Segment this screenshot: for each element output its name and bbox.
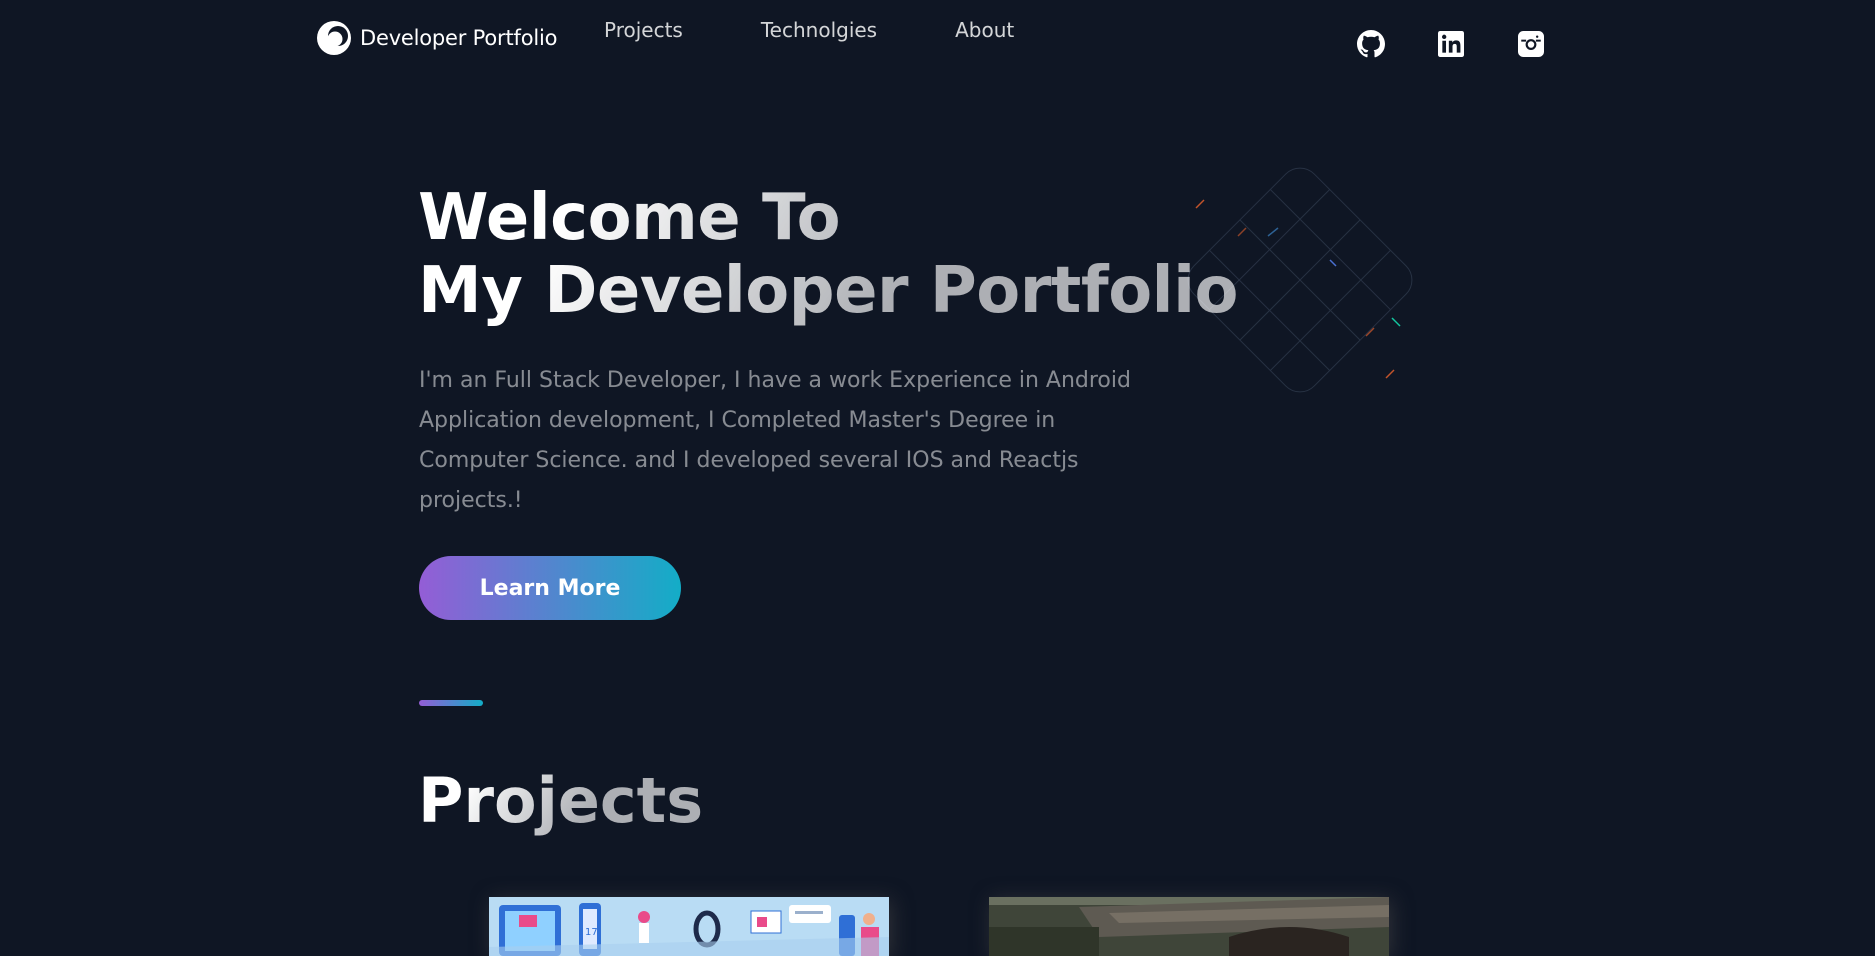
project-card-image-2[interactable] bbox=[989, 897, 1389, 956]
project-card-image-1[interactable]: 17 bbox=[489, 897, 889, 956]
section-divider bbox=[419, 700, 483, 706]
learn-more-button[interactable]: Learn More bbox=[419, 556, 681, 620]
page: Developer Portfolio Projects Technolgies… bbox=[0, 0, 1875, 956]
hero-title: Welcome To My Developer Portfolio bbox=[418, 182, 1238, 328]
logo-text: Developer Portfolio bbox=[360, 26, 558, 50]
hero-title-line-2: My Developer Portfolio bbox=[418, 254, 1238, 328]
hero-description: I'm an Full Stack Developer, I have a wo… bbox=[419, 368, 1131, 513]
projects-section-title: Projects bbox=[418, 762, 703, 840]
github-icon[interactable] bbox=[1357, 30, 1385, 58]
site-logo[interactable]: Developer Portfolio bbox=[316, 20, 557, 56]
main-nav: Projects Technolgies About bbox=[604, 18, 1014, 42]
instagram-icon[interactable] bbox=[1517, 30, 1545, 58]
social-links bbox=[1357, 30, 1545, 58]
nav-link-projects[interactable]: Projects bbox=[604, 18, 683, 42]
nav-link-technologies[interactable]: Technolgies bbox=[761, 18, 877, 42]
portfolio-logo-icon bbox=[317, 21, 351, 55]
hero-title-line-1: Welcome To bbox=[418, 181, 841, 255]
nav-link-about[interactable]: About bbox=[955, 18, 1014, 42]
linkedin-icon[interactable] bbox=[1437, 30, 1465, 58]
svg-text:17: 17 bbox=[585, 927, 598, 938]
